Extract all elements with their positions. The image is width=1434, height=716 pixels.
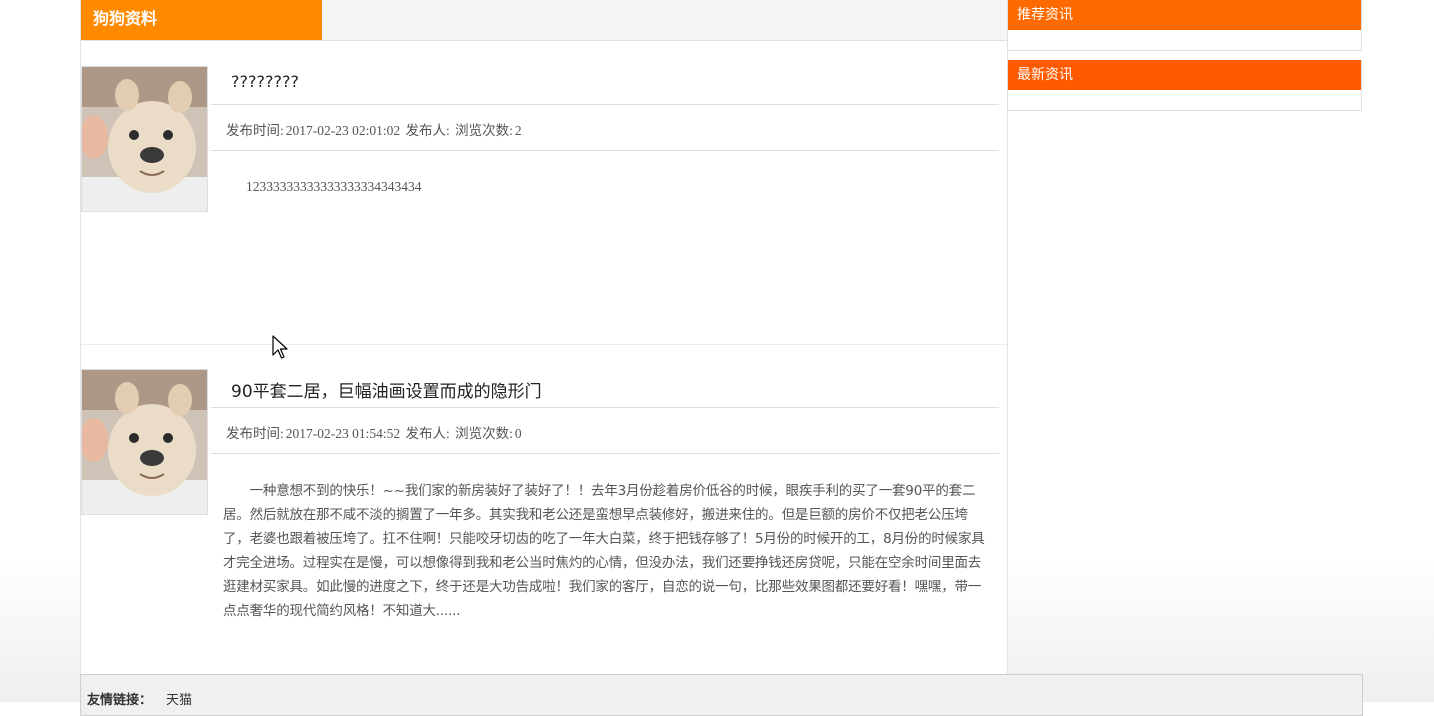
- friend-link[interactable]: 天猫: [166, 689, 192, 708]
- sidebar-title: 推荐资讯: [1008, 0, 1361, 30]
- article-title[interactable]: 90平套二居，巨幅油画设置而成的隐形门: [231, 377, 542, 402]
- dog-photo-icon: [82, 370, 207, 514]
- article-body: 12333333333333333334343434: [246, 179, 422, 194]
- article-title[interactable]: ????????: [231, 72, 299, 91]
- sidebar-body: [1008, 90, 1361, 110]
- section-header: 狗狗资料: [81, 0, 1007, 41]
- main-content: 狗狗资料 ???????? 发布时间: 2017-02-23 02:01:02 发…: [80, 0, 1008, 674]
- article-item: 90平套二居，巨幅油画设置而成的隐形门 发布时间: 2017-02-23 01:5…: [81, 369, 1007, 669]
- arrow-cursor-icon: [272, 335, 288, 359]
- divider: [211, 407, 999, 408]
- sidebar-body: [1008, 30, 1361, 50]
- views-count: 2: [514, 123, 522, 138]
- views-count: 0: [514, 426, 522, 441]
- sidebar-latest: 最新资讯: [1007, 60, 1362, 111]
- author-label: 发布人:: [405, 123, 450, 138]
- article-body: 一种意想不到的快乐！~~我们家的新房装好了装好了！！去年3月份趁着房价低谷的时候…: [223, 483, 985, 619]
- divider: [211, 150, 999, 151]
- publish-time: 2017-02-23 01:54:52: [285, 426, 401, 441]
- article-meta: 发布时间: 2017-02-23 02:01:02 发布人: 浏览次数: 2: [226, 119, 524, 139]
- friend-links-bar: 友情链接： 天猫: [80, 674, 1363, 716]
- article-meta: 发布时间: 2017-02-23 01:54:52 发布人: 浏览次数: 0: [226, 422, 524, 442]
- dog-photo-icon: [82, 67, 207, 211]
- views-label: 浏览次数:: [455, 426, 513, 441]
- publish-time: 2017-02-23 02:01:02: [285, 123, 401, 138]
- views-label: 浏览次数:: [455, 123, 513, 138]
- article-thumbnail[interactable]: [81, 369, 208, 515]
- sidebar-recommended: 推荐资讯: [1007, 0, 1362, 51]
- sidebar-title: 最新资讯: [1008, 60, 1361, 90]
- publish-label: 发布时间:: [226, 123, 284, 138]
- section-title: 狗狗资料: [81, 0, 322, 40]
- publish-label: 发布时间:: [226, 426, 284, 441]
- author-label: 发布人:: [405, 426, 450, 441]
- divider: [211, 104, 999, 105]
- friend-links-label: 友情链接：: [87, 693, 153, 708]
- divider: [211, 453, 999, 454]
- article-thumbnail[interactable]: [81, 66, 208, 212]
- article-item: ???????? 发布时间: 2017-02-23 02:01:02 发布人: 浏…: [81, 66, 1007, 345]
